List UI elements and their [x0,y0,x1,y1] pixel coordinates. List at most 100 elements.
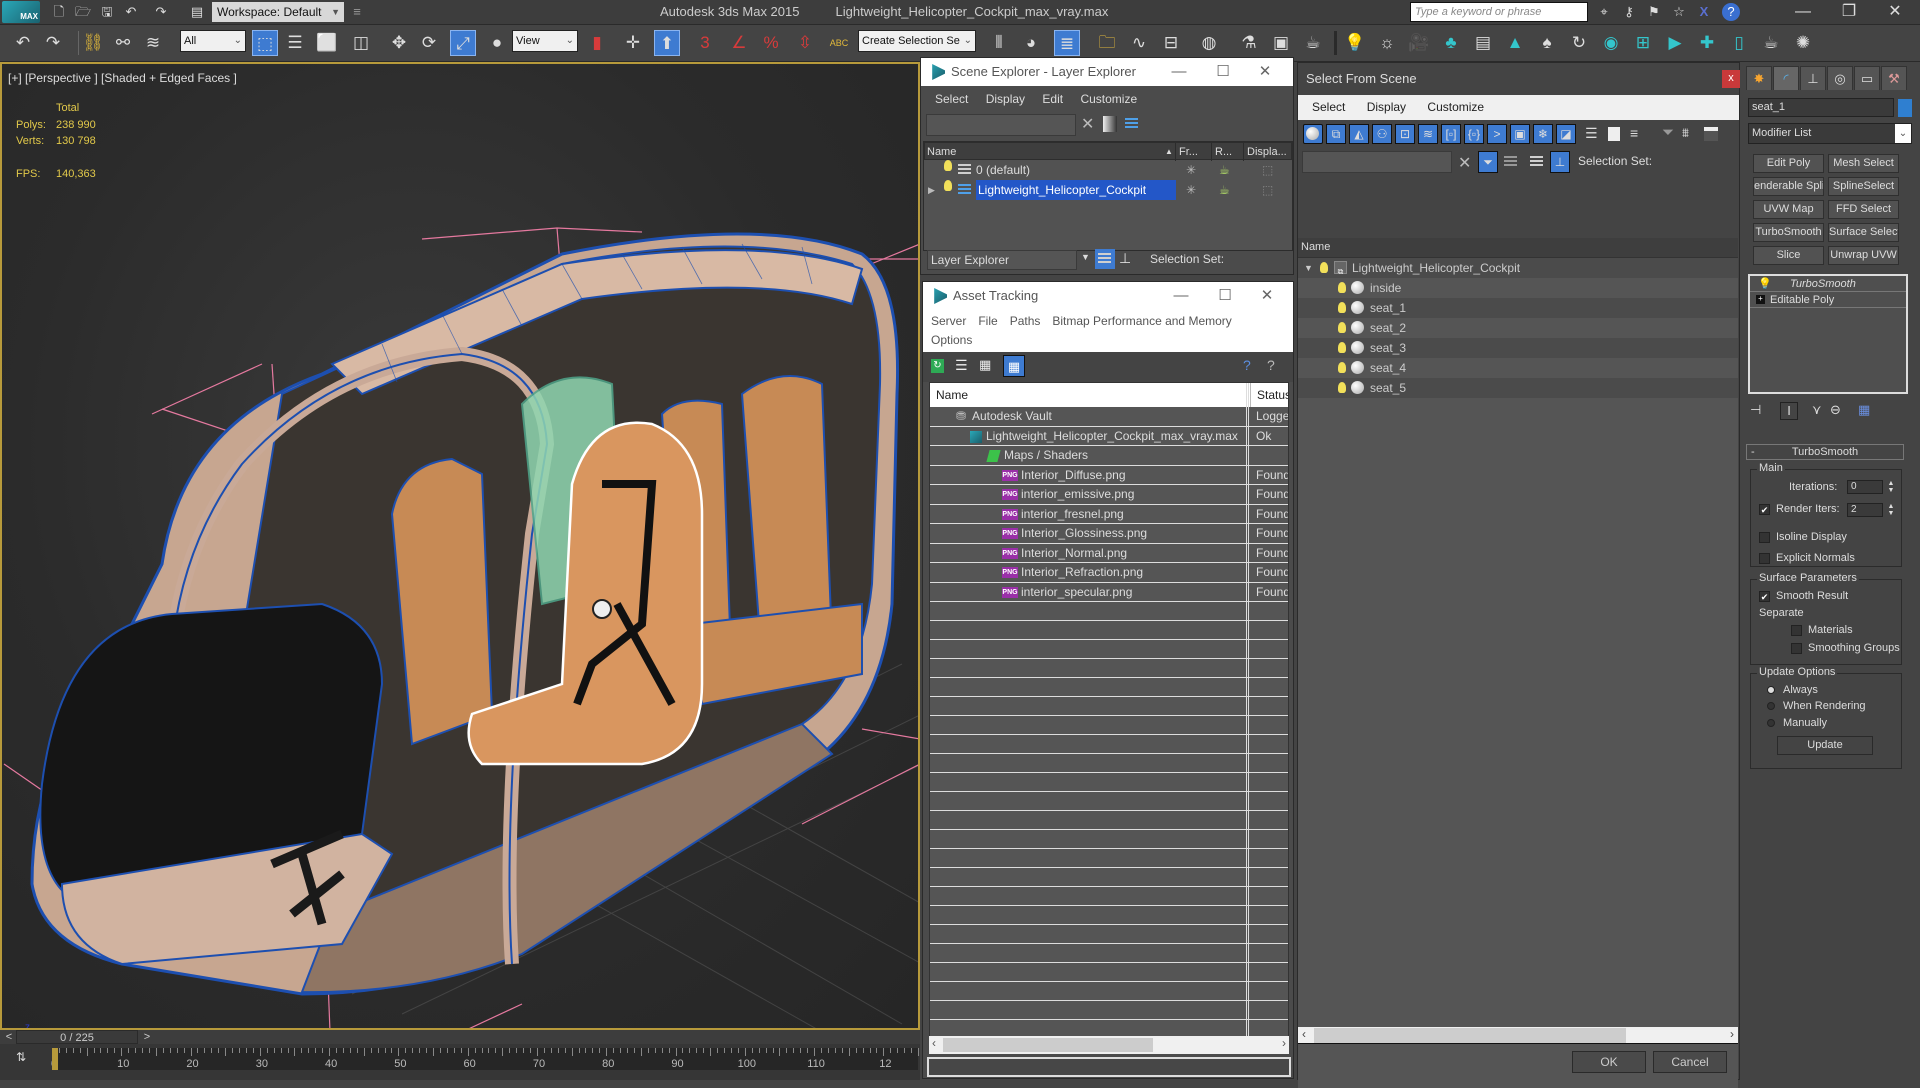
select-and-link-icon[interactable]: ⛓ [80,30,106,56]
find-input[interactable] [1302,151,1452,173]
collapse-arrow-icon[interactable]: ▼ [1304,258,1313,278]
rectangular-selection-icon[interactable]: ⬜ [314,30,340,56]
cameras-filter-icon[interactable]: ⚇ [1372,124,1392,144]
modifier-button-spline-select[interactable]: SplineSelect [1828,177,1899,196]
clear-search-icon[interactable]: ✕ [1081,114,1094,134]
project-folder-icon[interactable]: ▤ [188,3,206,21]
sort-by-hierarchy-icon[interactable]: ⊥ [1550,151,1570,173]
timeline-track[interactable]: 010203040506070809010011012 [51,1048,919,1070]
column-name[interactable]: Name [927,143,956,161]
horizontal-scrollbar[interactable]: ‹ › [929,1036,1289,1054]
undo-icon[interactable]: ↶ [10,30,36,56]
table-view-icon[interactable]: ▦ [1003,355,1025,377]
named-selection-sets-dropdown[interactable]: Create Selection Se ⌄ [858,30,976,52]
time-slider-thumb[interactable] [52,1048,58,1070]
iterations-spinner[interactable]: 0 [1847,480,1883,494]
align-icon[interactable]: ◕ [1018,30,1044,56]
menu-options[interactable]: Options [931,333,972,347]
asset-row[interactable]: PNG Interior_Normal.png Found [930,544,1288,563]
select-place-icon[interactable]: ● [484,30,510,56]
rendered-frame-window-icon[interactable]: ▣ [1268,30,1294,56]
percent-snap-icon[interactable]: % [758,30,784,56]
filter-icon[interactable]: ⏷ [1662,124,1674,141]
scatter-icon[interactable]: ▲ [1502,30,1528,56]
scroll-right-icon[interactable]: › [1282,1036,1286,1050]
renderable-teapot-icon[interactable]: ☕ [1219,160,1230,180]
time-slider[interactable]: < 0 / 225 > [0,1030,920,1044]
app-menu-button[interactable]: MAX [2,1,40,23]
xrefs-filter-icon[interactable]: {▫} [1464,124,1484,144]
asset-row[interactable]: PNG interior_emissive.png Found [930,485,1288,505]
render-view-icon[interactable]: ◉ [1598,30,1624,56]
menu-paths[interactable]: Paths [1010,314,1041,328]
next-frame-button[interactable]: > [140,1030,154,1044]
schematic-view-icon[interactable]: ⊟ [1158,30,1184,56]
minimize-button[interactable]: — [1157,58,1201,86]
asset-row[interactable]: PNG interior_fresnel.png Found [930,505,1288,524]
lightbulb-icon[interactable] [944,180,952,191]
hidden-filter-icon[interactable]: ◪ [1556,124,1576,144]
asset-tracking-titlebar[interactable]: Asset Tracking — ☐ ✕ [923,282,1293,310]
close-button[interactable]: x [1722,70,1740,88]
frame-counter[interactable]: 0 / 225 [16,1030,138,1044]
render-setup-icon[interactable]: ⚗ [1236,30,1262,56]
help-icon[interactable]: ? [1243,357,1251,373]
materials-checkbox[interactable] [1791,624,1802,636]
tree-row-root[interactable]: ▼ ⧉ Lightweight_Helicopter_Cockpit [1298,258,1738,278]
utilities-tab-icon[interactable]: ⚒ [1881,66,1907,90]
display-none-icon[interactable] [1608,127,1620,141]
maximize-button[interactable]: ☐ [1201,58,1245,86]
sort-by-layer-icon[interactable] [1095,249,1115,269]
geometry-filter-icon[interactable] [1303,124,1323,144]
bind-space-warp-icon[interactable]: ≋ [140,30,166,56]
clear-search-icon[interactable]: ✕ [1458,153,1471,173]
open-mini-curve-editor-icon[interactable]: ⇅ [10,1050,32,1070]
light-lister-icon[interactable]: ✺ [1790,30,1816,56]
bones-filter-icon[interactable]: > [1487,124,1507,144]
render-iters-spinner[interactable]: 2 [1847,503,1883,517]
freeze-icon[interactable]: ✳ [1186,180,1196,200]
refresh-icon[interactable]: ↻ [931,359,944,373]
helpers-filter-icon[interactable]: ⊡ [1395,124,1415,144]
explicit-normals-checkbox[interactable] [1759,552,1770,564]
tree-list-icon[interactable]: ▤ [1470,30,1496,56]
lightbulb-icon[interactable] [1338,362,1346,373]
lightbulb-icon[interactable] [1338,382,1346,393]
configure-modifier-sets-icon[interactable]: ▦ [1858,402,1870,418]
layer-row-helicopter-cockpit[interactable]: ▶ Lightweight_Helicopter_Cockpit ✳ ☕ ⬚ [924,180,1292,200]
menu-bitmap-performance[interactable]: Bitmap Performance and Memory [1052,314,1231,328]
menu-display[interactable]: Display [986,92,1025,106]
motion-tab-icon[interactable]: ◎ [1827,66,1853,90]
remove-modifier-icon[interactable]: ⊖ [1830,402,1841,418]
help-icon[interactable]: ? [1722,3,1740,21]
frame-buffer-icon[interactable]: ▯ [1726,30,1752,56]
camera-icon[interactable]: 🎥 [1406,30,1432,56]
lightbulb-icon[interactable] [1320,262,1328,273]
filter-selection-icon[interactable]: ⏷ [1478,151,1498,173]
display-invert-icon[interactable]: ≡ [1630,125,1638,141]
lightbulb-icon[interactable] [944,160,952,171]
select-from-scene-titlebar[interactable]: Select From Scene x [1298,63,1740,95]
sort-by-layer-icon[interactable] [1530,156,1543,167]
new-file-icon[interactable]: 🗋 [50,3,68,21]
subscription-icon[interactable]: ⚑ [1645,3,1663,21]
help-info-icon[interactable]: ? [1267,357,1275,373]
manually-radio[interactable] [1767,719,1775,728]
lights-icon[interactable]: 💡 [1342,30,1368,56]
column-freeze[interactable]: Fr... [1175,143,1211,161]
modify-tab-icon[interactable]: ◜ [1773,66,1799,90]
select-manipulate-icon[interactable]: ✛ [620,30,646,56]
column-display[interactable]: Displa... [1243,143,1295,161]
layers-icon[interactable] [1125,118,1138,129]
scroll-right-icon[interactable]: › [1730,1027,1734,1041]
minimize-button[interactable]: — [1159,282,1203,310]
teapot-icon[interactable]: ☕ [1758,30,1784,56]
layer-explorer-icon[interactable]: 🗀 [1094,30,1120,56]
spinner-arrows-icon[interactable]: ▲ ▼ [1887,503,1895,517]
modifier-list-dropdown[interactable]: Modifier List ⌄ [1748,123,1912,144]
modifier-button-edit-poly[interactable]: Edit Poly [1753,154,1824,173]
asset-row[interactable]: ⛃ Autodesk Vault Logged [930,407,1288,427]
smoothing-groups-checkbox[interactable] [1791,642,1802,654]
list-view-icon[interactable]: ☰ [955,357,968,374]
unlink-icon[interactable]: ⚯ [110,30,136,56]
